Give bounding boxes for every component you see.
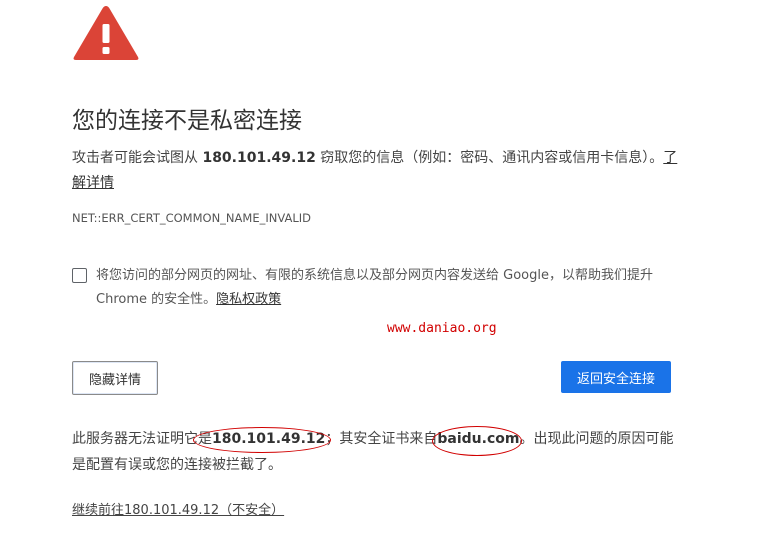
details-text-1: 此服务器无法证明它是 (72, 431, 212, 447)
details-explanation: 此服务器无法证明它是180.101.49.12；其安全证书来自baidu.com… (72, 426, 682, 478)
error-code: NET::ERR_CERT_COMMON_NAME_INVALID (72, 211, 311, 225)
privacy-policy-link[interactable]: 隐私权政策 (216, 292, 281, 307)
page-title: 您的连接不是私密连接 (72, 108, 302, 134)
proceed-unsafe-link[interactable]: 继续前往180.101.49.12（不安全） (72, 499, 284, 518)
back-to-safety-button[interactable]: 返回安全连接 (561, 361, 671, 393)
details-text-2: ；其安全证书来自 (325, 431, 438, 447)
details-host: 180.101.49.12 (212, 431, 326, 447)
description-text-before: 攻击者可能会试图从 (72, 150, 203, 166)
safe-browsing-optin: 将您访问的部分网页的网址、有限的系统信息以及部分网页内容发送给 Google，以… (72, 264, 682, 312)
details-cert-domain: baidu.com (437, 431, 520, 447)
watermark: www.daniao.org (387, 321, 497, 336)
description: 攻击者可能会试图从 180.101.49.12 窃取您的信息（例如：密码、通讯内… (72, 146, 682, 196)
description-text-after: 窃取您的信息（例如：密码、通讯内容或信用卡信息）。 (315, 150, 664, 166)
optin-text: 将您访问的部分网页的网址、有限的系统信息以及部分网页内容发送给 Google，以… (96, 264, 682, 312)
optin-label: 将您访问的部分网页的网址、有限的系统信息以及部分网页内容发送给 Google，以… (96, 268, 653, 307)
warning-triangle-icon (73, 6, 139, 60)
hide-details-button[interactable]: 隐藏详情 (72, 361, 158, 395)
description-host: 180.101.49.12 (202, 150, 316, 166)
optin-checkbox[interactable] (72, 268, 87, 283)
